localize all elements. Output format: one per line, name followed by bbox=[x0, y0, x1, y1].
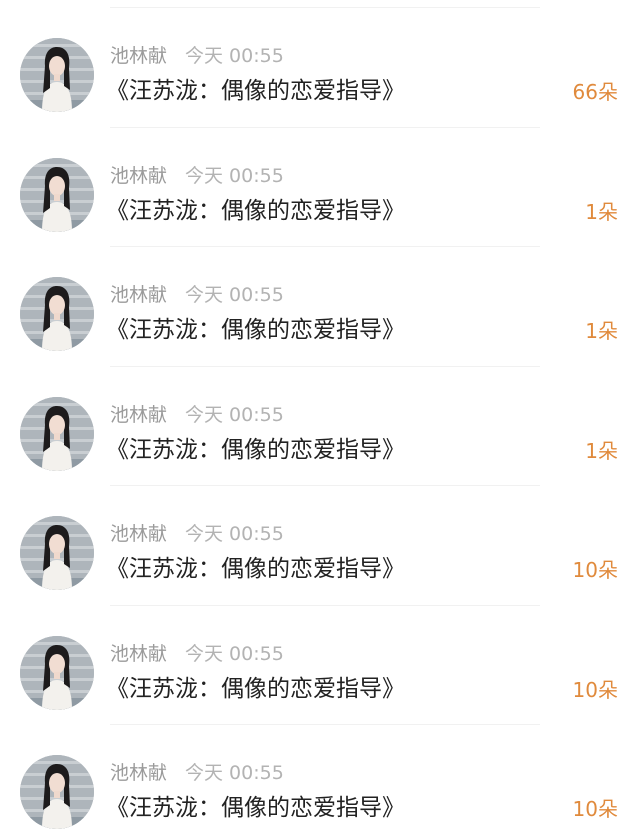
post-time: 今天 00:55 bbox=[185, 642, 284, 665]
entry-meta: 池林献 今天 00:55 bbox=[110, 760, 284, 786]
list-item[interactable]: 池林献 今天 00:55 《汪苏泷：偶像的恋爱指导》 10朵 bbox=[0, 486, 640, 606]
work-title[interactable]: 《汪苏泷：偶像的恋爱指导》 bbox=[106, 552, 405, 586]
flower-count: 1朵 bbox=[585, 438, 618, 463]
user-avatar[interactable] bbox=[20, 277, 94, 351]
work-title[interactable]: 《汪苏泷：偶像的恋爱指导》 bbox=[106, 672, 405, 706]
user-name[interactable]: 池林献 bbox=[110, 284, 167, 306]
flower-count: 66朵 bbox=[572, 80, 618, 104]
user-avatar[interactable] bbox=[20, 516, 94, 590]
work-title[interactable]: 《汪苏泷：偶像的恋爱指导》 bbox=[106, 74, 405, 108]
flower-count: 10朵 bbox=[572, 558, 618, 582]
user-avatar[interactable] bbox=[20, 755, 94, 829]
flower-count: 10朵 bbox=[572, 797, 618, 821]
user-avatar[interactable] bbox=[20, 38, 94, 112]
list-item[interactable]: 池林献 今天 00:55 《汪苏泷：偶像的恋爱指导》 1朵 bbox=[0, 128, 640, 248]
entry-meta: 池林献 今天 00:55 bbox=[110, 641, 284, 667]
flower-count: 1朵 bbox=[585, 199, 618, 224]
work-title[interactable]: 《汪苏泷：偶像的恋爱指导》 bbox=[106, 791, 405, 825]
user-name[interactable]: 池林献 bbox=[110, 45, 167, 67]
user-name[interactable]: 池林献 bbox=[110, 165, 167, 187]
entry-meta: 池林献 今天 00:55 bbox=[110, 402, 284, 428]
entry-meta: 池林献 今天 00:55 bbox=[110, 163, 284, 189]
work-title[interactable]: 《汪苏泷：偶像的恋爱指导》 bbox=[106, 313, 405, 347]
entry-meta: 池林献 今天 00:55 bbox=[110, 282, 284, 308]
list-item[interactable]: 池林献 今天 00:55 《汪苏泷：偶像的恋爱指导》 10朵 bbox=[0, 725, 640, 840]
work-title[interactable]: 《汪苏泷：偶像的恋爱指导》 bbox=[106, 433, 405, 467]
list-item[interactable]: 池林献 今天 00:55 《汪苏泷：偶像的恋爱指导》 1朵 bbox=[0, 367, 640, 487]
user-avatar[interactable] bbox=[20, 635, 94, 710]
gift-record-list: 池林献 今天 00:55 《汪苏泷：偶像的恋爱指导》 66朵 池林献 今天 00:5… bbox=[0, 0, 640, 840]
entry-meta: 池林献 今天 00:55 bbox=[110, 43, 284, 69]
list-item[interactable]: 池林献 今天 00:55 《汪苏泷：偶像的恋爱指导》 10朵 bbox=[0, 606, 640, 726]
user-name[interactable]: 池林献 bbox=[110, 523, 167, 545]
user-name[interactable]: 池林献 bbox=[110, 643, 167, 665]
work-title[interactable]: 《汪苏泷：偶像的恋爱指导》 bbox=[106, 194, 405, 228]
post-time: 今天 00:55 bbox=[185, 403, 284, 426]
user-name[interactable]: 池林献 bbox=[110, 404, 167, 426]
user-name[interactable]: 池林献 bbox=[110, 762, 167, 784]
user-avatar[interactable] bbox=[20, 396, 94, 471]
list-item[interactable]: 池林献 今天 00:55 《汪苏泷：偶像的恋爱指导》 1朵 bbox=[0, 247, 640, 367]
post-time: 今天 00:55 bbox=[185, 762, 284, 784]
flower-count: 10朵 bbox=[572, 677, 618, 702]
post-time: 今天 00:55 bbox=[185, 45, 284, 67]
entry-meta: 池林献 今天 00:55 bbox=[110, 521, 284, 547]
list-item[interactable]: 池林献 今天 00:55 《汪苏泷：偶像的恋爱指导》 66朵 bbox=[0, 8, 640, 128]
user-avatar[interactable] bbox=[20, 157, 94, 232]
flower-count: 1朵 bbox=[585, 319, 618, 343]
post-time: 今天 00:55 bbox=[185, 284, 284, 306]
post-time: 今天 00:55 bbox=[185, 523, 284, 545]
post-time: 今天 00:55 bbox=[185, 164, 284, 187]
